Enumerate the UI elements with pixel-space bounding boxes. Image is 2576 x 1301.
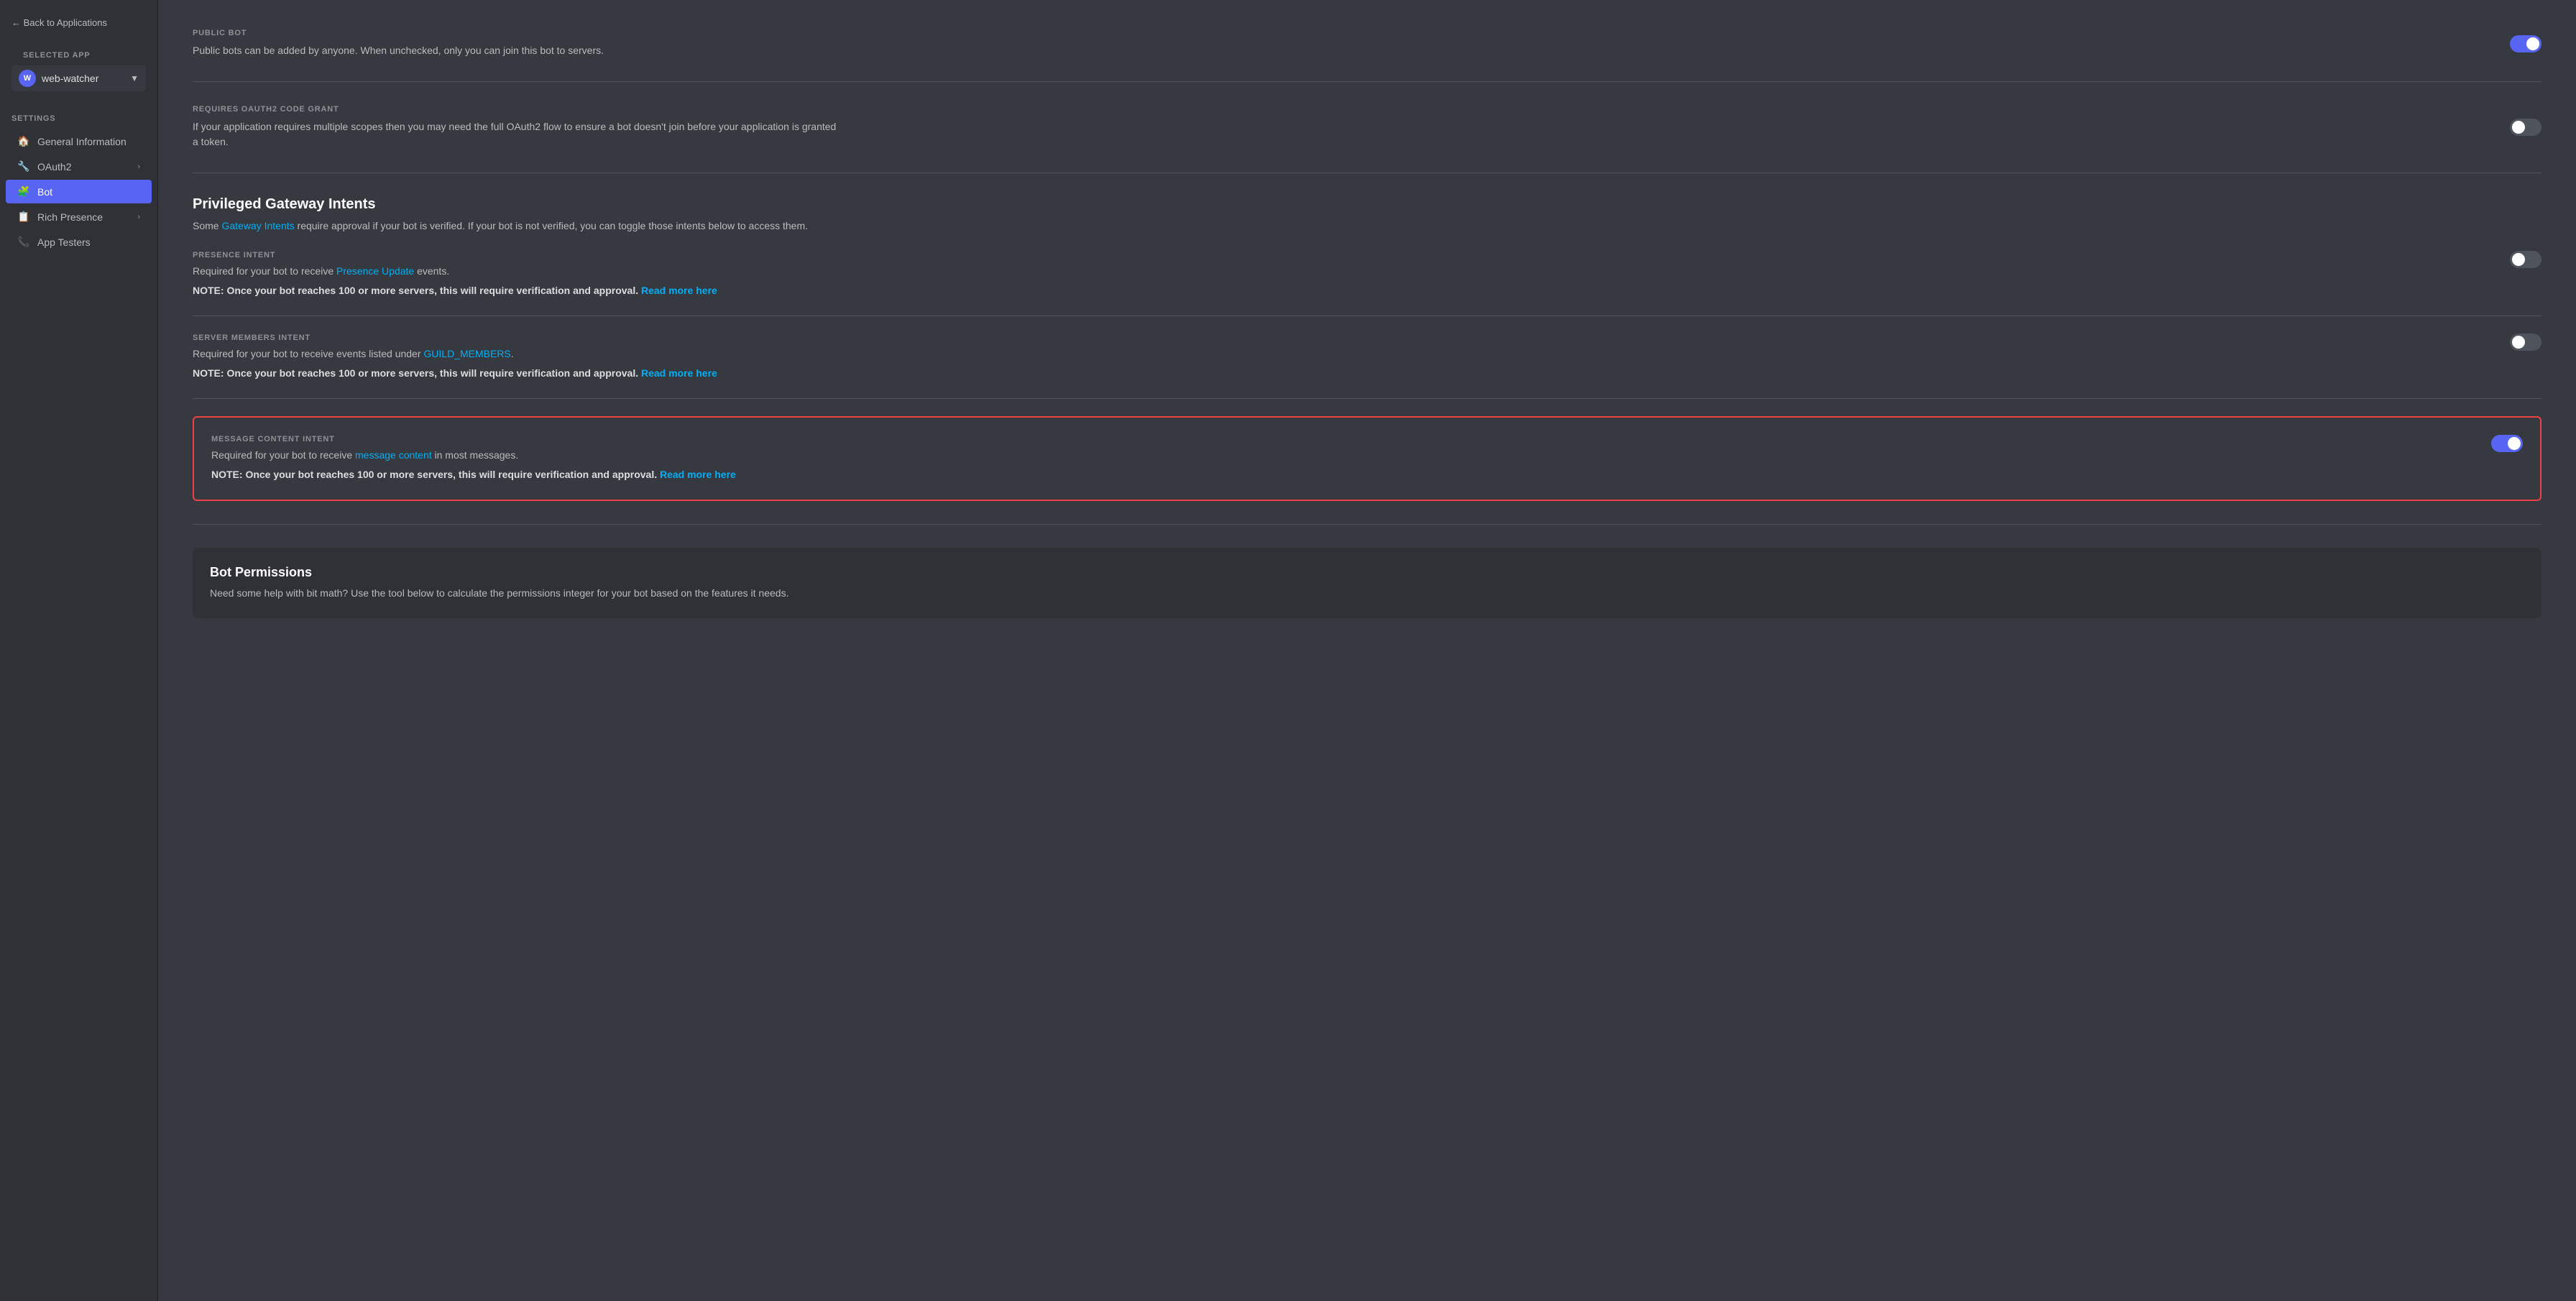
presence-read-more-link[interactable]: Read more here: [641, 285, 717, 296]
sidebar: ← Back to Applications SELECTED APP W we…: [0, 0, 158, 1301]
chevron-right-icon: ›: [137, 162, 140, 171]
presence-update-link[interactable]: Presence Update: [336, 265, 414, 277]
toggle-track[interactable]: [2510, 334, 2542, 351]
sidebar-item-label: Rich Presence: [37, 211, 103, 223]
chevron-right-icon: ›: [137, 213, 140, 221]
public-bot-section: PUBLIC BOT Public bots can be added by a…: [193, 29, 2542, 82]
server-members-intent-label: SERVER MEMBERS INTENT: [193, 334, 2487, 342]
server-members-read-more-link[interactable]: Read more here: [641, 367, 717, 379]
public-bot-toggle[interactable]: [2510, 35, 2542, 52]
presence-intent-label: PRESENCE INTENT: [193, 251, 2487, 259]
guild-members-link[interactable]: GUILD_MEMBERS: [423, 348, 510, 359]
privileged-gateway-title: Privileged Gateway Intents: [193, 196, 2542, 213]
privileged-gateway-section: Privileged Gateway Intents Some Gateway …: [193, 196, 2542, 525]
bot-permissions-section: Bot Permissions Need some help with bit …: [193, 548, 2542, 641]
oauth2-code-grant-label: REQUIRES OAUTH2 CODE GRANT: [193, 105, 2487, 114]
bot-permissions-title: Bot Permissions: [210, 565, 2524, 580]
back-to-applications-link[interactable]: ← Back to Applications: [0, 12, 157, 34]
public-bot-description: Public bots can be added by anyone. When…: [193, 43, 840, 58]
bot-permissions-desc: Need some help with bit math? Use the to…: [210, 586, 2524, 601]
sidebar-item-label: Bot: [37, 186, 52, 198]
toggle-track[interactable]: [2510, 119, 2542, 136]
toggle-thumb: [2512, 253, 2525, 266]
sidebar-item-app-testers[interactable]: 📞 App Testers: [6, 230, 152, 254]
permissions-box: Bot Permissions Need some help with bit …: [193, 548, 2542, 618]
message-content-intent-highlighted-box: MESSAGE CONTENT INTENT Required for your…: [193, 416, 2542, 501]
home-icon: 🏠: [17, 135, 30, 147]
message-content-read-more-link[interactable]: Read more here: [660, 469, 736, 480]
presence-intent-desc: Required for your bot to receive Presenc…: [193, 264, 2487, 279]
gateway-intents-link[interactable]: Gateway Intents: [221, 220, 294, 231]
main-content: PUBLIC BOT Public bots can be added by a…: [158, 0, 2576, 1301]
presence-intent-content: PRESENCE INTENT Required for your bot to…: [193, 251, 2487, 298]
presence-intent-toggle[interactable]: [2510, 251, 2542, 268]
public-bot-label: PUBLIC BOT: [193, 29, 2487, 37]
message-content-link[interactable]: message content: [355, 449, 432, 461]
oauth2-code-grant-description: If your application requires multiple sc…: [193, 119, 840, 150]
message-content-intent-note: NOTE: Once your bot reaches 100 or more …: [211, 467, 2468, 482]
message-content-intent-content: MESSAGE CONTENT INTENT Required for your…: [211, 435, 2468, 482]
toggle-track[interactable]: [2510, 251, 2542, 268]
toggle-thumb: [2526, 37, 2539, 50]
privileged-gateway-description: Some Gateway Intents require approval if…: [193, 219, 840, 234]
sidebar-item-bot[interactable]: 🧩 Bot: [6, 180, 152, 203]
wrench-icon: 🔧: [17, 160, 30, 173]
presence-intent-block: PRESENCE INTENT Required for your bot to…: [193, 251, 2542, 316]
toggle-thumb: [2512, 121, 2525, 134]
sidebar-item-rich-presence[interactable]: 📋 Rich Presence ›: [6, 205, 152, 229]
message-content-intent-desc: Required for your bot to receive message…: [211, 448, 2468, 463]
sidebar-item-oauth2[interactable]: 🔧 OAuth2 ›: [6, 155, 152, 178]
sidebar-item-label: General Information: [37, 136, 126, 147]
sidebar-item-general-information[interactable]: 🏠 General Information: [6, 129, 152, 153]
list-icon: 📋: [17, 211, 30, 223]
toggle-track[interactable]: [2510, 35, 2542, 52]
avatar: W: [19, 70, 36, 87]
settings-section-label: SETTINGS: [0, 109, 157, 129]
app-name: web-watcher: [42, 73, 124, 84]
privileged-gateway-desc-suffix: require approval if your bot is verified…: [295, 220, 808, 231]
server-members-intent-toggle[interactable]: [2510, 334, 2542, 351]
toggle-thumb: [2508, 437, 2521, 450]
toggle-track[interactable]: [2491, 435, 2523, 452]
sidebar-item-label: App Testers: [37, 236, 91, 248]
toggle-thumb: [2512, 336, 2525, 349]
chevron-down-icon: ▼: [130, 73, 139, 83]
oauth2-code-grant-content: REQUIRES OAUTH2 CODE GRANT If your appli…: [193, 105, 2487, 150]
server-members-intent-content: SERVER MEMBERS INTENT Required for your …: [193, 334, 2487, 381]
oauth2-code-grant-toggle[interactable]: [2510, 119, 2542, 136]
public-bot-content: PUBLIC BOT Public bots can be added by a…: [193, 29, 2487, 58]
presence-intent-note: NOTE: Once your bot reaches 100 or more …: [193, 283, 2487, 298]
privileged-gateway-desc-prefix: Some: [193, 220, 221, 231]
server-members-intent-note: NOTE: Once your bot reaches 100 or more …: [193, 366, 2487, 381]
phone-icon: 📞: [17, 236, 30, 248]
message-content-intent-toggle[interactable]: [2491, 435, 2523, 452]
oauth2-code-grant-section: REQUIRES OAUTH2 CODE GRANT If your appli…: [193, 105, 2542, 173]
sidebar-item-label: OAuth2: [37, 161, 71, 173]
server-members-intent-block: SERVER MEMBERS INTENT Required for your …: [193, 334, 2542, 399]
puzzle-icon: 🧩: [17, 185, 30, 198]
app-selector[interactable]: W web-watcher ▼: [12, 65, 146, 91]
selected-app-label: SELECTED APP: [12, 48, 146, 65]
message-content-intent-label: MESSAGE CONTENT INTENT: [211, 435, 2468, 443]
server-members-intent-desc: Required for your bot to receive events …: [193, 346, 2487, 362]
selected-app-section: SELECTED APP W web-watcher ▼: [0, 45, 157, 103]
